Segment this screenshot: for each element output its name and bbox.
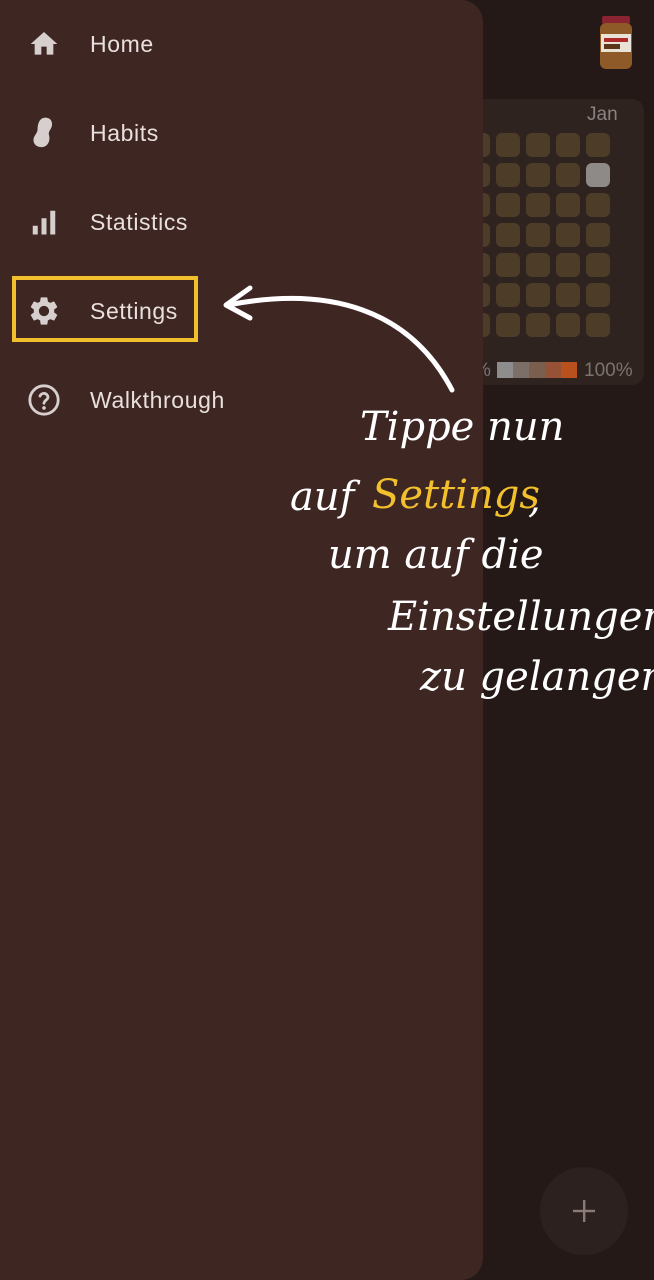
legend-max-label: 100% (584, 360, 633, 381)
navigation-drawer: Home Habits Statistics Settings Walkthro… (0, 0, 483, 1280)
calendar-day-cell[interactable] (526, 163, 550, 187)
calendar-day-cell[interactable] (556, 313, 580, 337)
calendar-day-cell[interactable] (556, 223, 580, 247)
nav-item-walkthrough[interactable]: Walkthrough (0, 368, 440, 432)
jar-avatar-icon[interactable] (596, 14, 636, 74)
calendar-day-cell[interactable] (556, 163, 580, 187)
calendar-day-cell[interactable] (496, 313, 520, 337)
add-habit-button[interactable] (540, 1167, 628, 1255)
help-circle-icon (26, 382, 62, 418)
home-icon (26, 26, 62, 62)
calendar-day-cell[interactable] (586, 163, 610, 187)
calendar-day-cell[interactable] (586, 223, 610, 247)
calendar-day-cell[interactable] (496, 283, 520, 307)
legend-swatch (545, 362, 561, 378)
calendar-day-cell[interactable] (526, 313, 550, 337)
calendar-day-cell[interactable] (586, 253, 610, 277)
nav-item-label: Walkthrough (90, 386, 225, 413)
nav-item-home[interactable]: Home (0, 12, 440, 76)
legend-gradient (497, 362, 577, 378)
calendar-day-cell[interactable] (586, 283, 610, 307)
calendar-day-cell[interactable] (526, 133, 550, 157)
calendar-day-cell[interactable] (496, 253, 520, 277)
calendar-day-cell[interactable] (526, 193, 550, 217)
calendar-day-cell[interactable] (586, 313, 610, 337)
nav-item-label: Habits (90, 119, 159, 146)
calendar-day-cell[interactable] (556, 253, 580, 277)
nav-item-label: Statistics (90, 208, 189, 235)
calendar-day-cell[interactable] (586, 193, 610, 217)
calendar-day-cell[interactable] (526, 283, 550, 307)
nav-item-label: Home (90, 30, 154, 57)
nav-item-habits[interactable]: Habits (0, 101, 440, 165)
calendar-day-cell[interactable] (496, 193, 520, 217)
legend-swatch (529, 362, 545, 378)
calendar-day-cell[interactable] (526, 223, 550, 247)
habits-icon (26, 115, 62, 151)
calendar-day-cell[interactable] (526, 253, 550, 277)
legend-swatch (497, 362, 513, 378)
bar-chart-icon (26, 204, 62, 240)
nav-item-statistics[interactable]: Statistics (0, 190, 440, 254)
settings-highlight-box (12, 276, 198, 342)
legend-swatch (513, 362, 529, 378)
plus-icon (573, 1200, 595, 1222)
calendar-day-cell[interactable] (496, 163, 520, 187)
calendar-day-cell[interactable] (556, 193, 580, 217)
calendar-day-cell[interactable] (556, 133, 580, 157)
calendar-day-cell[interactable] (586, 133, 610, 157)
calendar-day-cell[interactable] (556, 283, 580, 307)
month-label: Jan (587, 104, 618, 125)
legend-swatch (561, 362, 577, 378)
calendar-day-cell[interactable] (496, 133, 520, 157)
calendar-day-cell[interactable] (496, 223, 520, 247)
